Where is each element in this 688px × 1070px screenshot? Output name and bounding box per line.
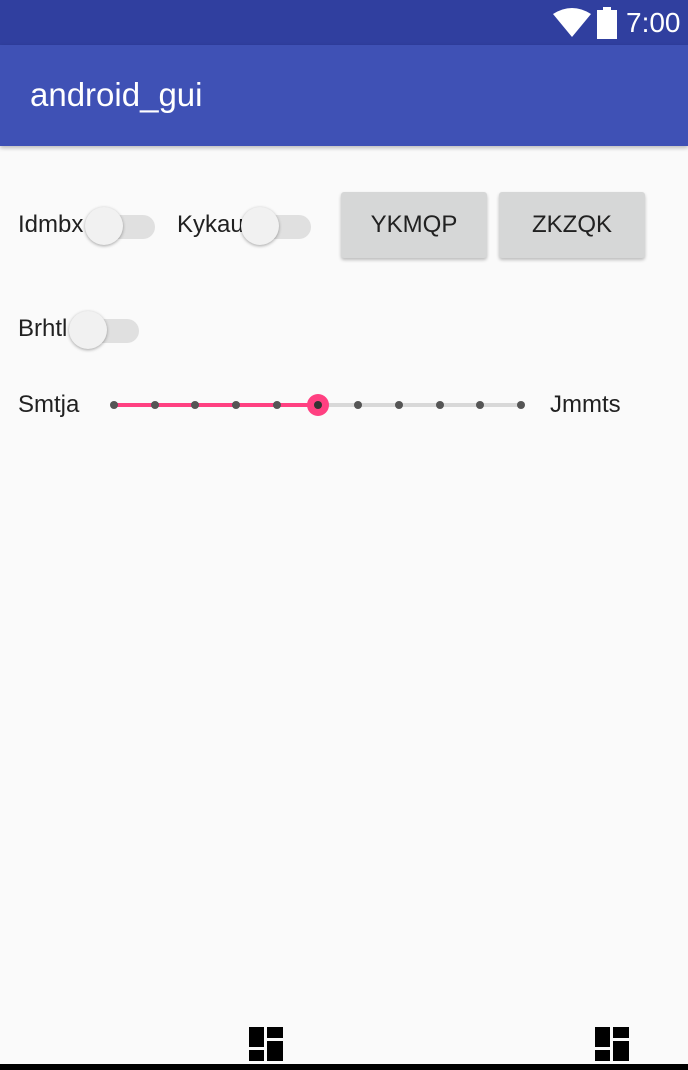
seekbar-tick — [394, 401, 403, 409]
battery-icon — [597, 7, 617, 39]
dashboard-icon[interactable] — [595, 1027, 629, 1061]
seekbar-thumb-dot — [313, 401, 322, 409]
seekbar-tick — [517, 401, 525, 409]
switch-label-brhtl: Brhtl — [18, 315, 68, 342]
dashboard-icon[interactable] — [249, 1027, 283, 1061]
app-title: android_gui — [30, 76, 203, 113]
discrete-seekbar[interactable] — [100, 385, 534, 425]
switch-idmbx[interactable] — [85, 205, 155, 245]
switch-thumb — [241, 207, 279, 245]
switch-label-idmbx: Idmbx — [18, 211, 84, 238]
app-bar: android_gui — [0, 45, 688, 146]
ykmqp-button[interactable]: YKMQP — [341, 192, 487, 258]
switch-thumb — [69, 311, 107, 349]
seekbar-tick — [476, 401, 485, 409]
switch-kykau[interactable] — [241, 205, 311, 245]
switch-label-kykau: Kykau — [177, 211, 244, 238]
switch-thumb — [85, 207, 123, 245]
seekbar-tick — [354, 401, 363, 409]
zkzqk-button[interactable]: ZKZQK — [499, 192, 645, 258]
seekbar-tick — [232, 401, 241, 409]
seekbar-right-label: Jmmts — [550, 391, 621, 418]
status-bar: 7:00 — [0, 0, 688, 45]
wifi-icon — [553, 8, 591, 37]
seekbar-tick — [150, 401, 159, 409]
seekbar-thumb[interactable] — [306, 394, 329, 416]
seekbar-progress — [114, 403, 318, 407]
seekbar-tick — [110, 401, 118, 409]
bottom-edge — [0, 1064, 688, 1070]
status-time: 7:00 — [626, 7, 681, 38]
seekbar-tick — [435, 401, 444, 409]
seekbar-tick — [191, 401, 200, 409]
seekbar-tick — [272, 401, 281, 409]
seekbar-left-label: Smtja — [18, 391, 80, 418]
switch-brhtl[interactable] — [69, 309, 139, 349]
